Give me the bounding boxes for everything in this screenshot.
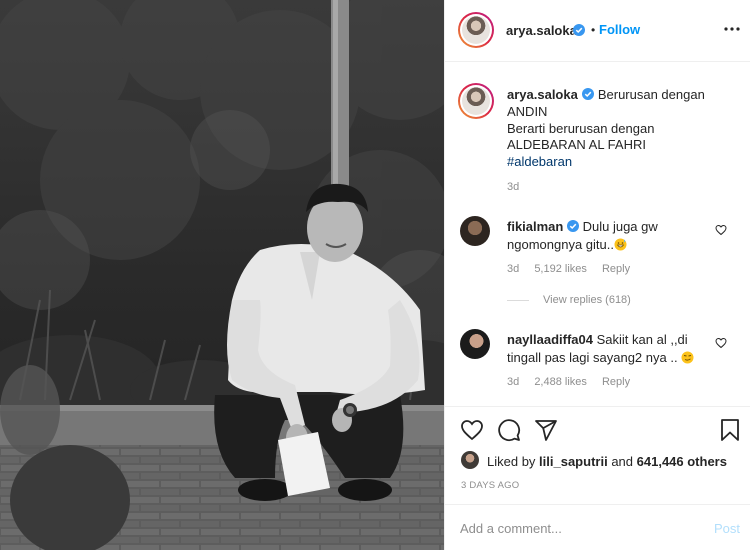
caption-username[interactable]: arya.saloka (507, 87, 578, 102)
share-icon[interactable] (534, 418, 558, 442)
header-separator: • (591, 23, 596, 37)
comment-body: Sakiit kan al ,,di (596, 332, 688, 347)
caption-hashtag[interactable]: #aldebaran (507, 154, 572, 169)
likes-others[interactable]: 641,446 others (637, 454, 727, 469)
heart-icon[interactable] (460, 418, 484, 442)
comment-text: nayllaadiffa04 Sakiit kan al ,,di tingal… (507, 331, 707, 366)
comment-body: ngomongnya gitu.. (507, 236, 614, 252)
verified-badge-icon (581, 88, 594, 100)
caption-timestamp[interactable]: 3d (507, 181, 519, 193)
like-comment-heart-icon[interactable] (715, 337, 727, 349)
post-comment-button[interactable]: Post (714, 521, 740, 536)
comment-body: tingall pas lagi sayang2 nya .. (507, 349, 678, 365)
more-options-icon[interactable] (723, 20, 741, 38)
liked-by-text: Liked by lili_saputrii and 641,446 other… (487, 454, 727, 469)
post-actions (445, 406, 750, 452)
comment-meta: 3d 2,488 likes Reply (507, 376, 642, 388)
caption-line: Berurusan dengan (597, 87, 705, 102)
view-replies-button[interactable]: View replies (618) (507, 294, 631, 306)
post-photo[interactable] (0, 0, 444, 550)
comment-body: Dulu juga gw (582, 219, 658, 234)
view-replies-label[interactable]: View replies (618) (543, 294, 631, 306)
add-comment-input[interactable] (460, 517, 690, 539)
caption: arya.saloka Berurusan dengan ANDIN Berart… (507, 87, 739, 171)
liker-avatar[interactable] (461, 451, 479, 469)
post-header: arya.saloka • Follow (445, 0, 750, 62)
caption-line: Berarti berurusan dengan (507, 120, 655, 136)
verified-badge-icon (566, 220, 579, 232)
commenter-username[interactable]: nayllaadiffa04 (507, 332, 593, 347)
add-comment-bar: Post (445, 504, 750, 550)
author-username[interactable]: arya.saloka (506, 23, 577, 38)
post-photo-image (0, 0, 444, 550)
comment-likes[interactable]: 2,488 likes (534, 376, 587, 388)
comment-time[interactable]: 3d (507, 376, 519, 388)
follow-button[interactable]: Follow (599, 22, 640, 37)
like-comment-heart-icon[interactable] (715, 224, 727, 236)
comments-list[interactable]: arya.saloka Berurusan dengan ANDIN Berart… (445, 63, 750, 405)
reply-button[interactable]: Reply (602, 263, 630, 275)
verified-badge-icon (573, 24, 585, 36)
commenter-avatar[interactable] (460, 329, 490, 359)
comment-meta: 3d 5,192 likes Reply (507, 263, 642, 275)
post-details-panel: arya.saloka • Follow arya.saloka Berurusa… (444, 0, 750, 550)
grinning-sweat-face-icon (614, 238, 627, 250)
bookmark-icon[interactable] (718, 418, 742, 442)
reply-button[interactable]: Reply (602, 376, 630, 388)
comment-time[interactable]: 3d (507, 263, 519, 275)
liker-username[interactable]: lili_saputrii (539, 454, 608, 469)
author-avatar[interactable] (458, 12, 494, 48)
caption-avatar[interactable] (458, 83, 494, 119)
comment-text: fikialman Dulu juga gw ngomongnya gitu.. (507, 218, 707, 253)
replies-divider (507, 299, 529, 301)
comment-likes[interactable]: 5,192 likes (534, 263, 587, 275)
caption-line: ALDEBARAN AL FAHRI (507, 137, 646, 153)
commenter-username[interactable]: fikialman (507, 219, 563, 234)
liked-by-connector: and (611, 454, 634, 469)
smirking-face-icon (681, 351, 694, 363)
comment-icon[interactable] (497, 418, 521, 442)
liked-by-prefix: Liked by (487, 454, 536, 469)
post-timestamp[interactable]: 3 DAYS AGO (461, 480, 519, 491)
commenter-avatar[interactable] (460, 216, 490, 246)
caption-line: ANDIN (507, 103, 548, 119)
